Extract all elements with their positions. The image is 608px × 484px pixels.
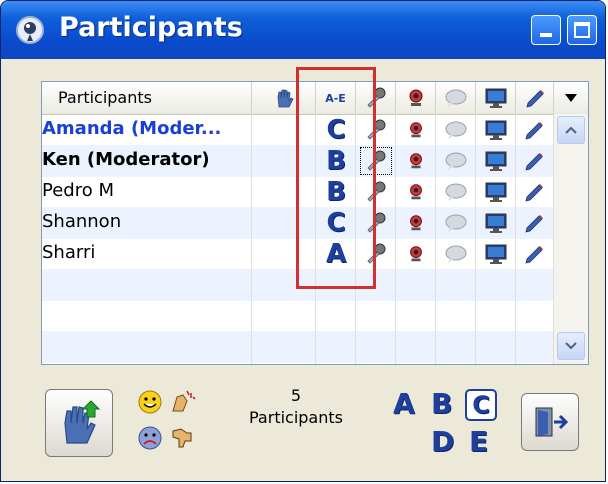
exit-door-icon	[535, 407, 569, 437]
column-divider	[251, 114, 252, 364]
raise-hand-icon	[277, 89, 294, 108]
chat-bubble-icon[interactable]	[438, 114, 474, 146]
participant-name: Ken (Moderator)	[42, 149, 210, 170]
webcam-icon	[409, 89, 422, 106]
column-divider	[515, 114, 516, 364]
participant-name: Amanda (Moder...	[42, 118, 222, 139]
raise-hand-icon	[64, 400, 101, 444]
monitor-icon[interactable]	[478, 114, 514, 146]
chat-bubble-icon[interactable]	[438, 176, 474, 208]
pencil-icon	[525, 90, 544, 108]
answer-d-button[interactable]: D	[431, 425, 454, 458]
webcam-icon[interactable]	[398, 145, 434, 177]
title-bar[interactable]: Participants	[1, 1, 605, 59]
monitor-icon[interactable]	[478, 238, 514, 270]
thumbs-icon[interactable]	[169, 425, 197, 451]
pencil-icon[interactable]	[516, 145, 552, 177]
participant-count-label: Participants	[249, 408, 343, 427]
minimize-icon	[540, 33, 552, 37]
vertical-scrollbar[interactable]	[553, 114, 588, 364]
pencil-icon[interactable]	[516, 176, 552, 208]
chevron-up-icon	[565, 126, 577, 134]
participants-window: Participants Participants A-E Amanda (Mo…	[0, 0, 606, 482]
app-logo-icon	[16, 16, 44, 44]
smiley-icon[interactable]	[137, 389, 163, 415]
participant-name: Pedro M	[42, 180, 114, 201]
participant-name: Sharri	[42, 242, 96, 263]
webcam-icon[interactable]	[398, 238, 434, 270]
column-divider	[395, 114, 396, 364]
answer-c-button[interactable]: C	[465, 389, 497, 421]
answer-c-label: C	[472, 391, 490, 419]
answer-b-button[interactable]: B	[431, 387, 452, 420]
webcam-icon[interactable]	[398, 207, 434, 239]
webcam-icon[interactable]	[398, 114, 434, 146]
column-menu-button[interactable]	[554, 82, 588, 114]
exit-button[interactable]	[521, 393, 579, 451]
scroll-up-button[interactable]	[557, 116, 585, 144]
minimize-button[interactable]	[531, 15, 561, 45]
answer-a-button[interactable]: A	[393, 387, 415, 420]
desktop-share-column-header[interactable]	[476, 82, 516, 114]
pencil-icon[interactable]	[516, 207, 552, 239]
answer-e-button[interactable]: E	[469, 425, 488, 458]
monitor-icon[interactable]	[478, 176, 514, 208]
webcam-column-header[interactable]	[396, 82, 436, 114]
bottom-toolbar: 5 Participants A B C D E	[1, 373, 605, 481]
raise-hand-button[interactable]	[45, 389, 113, 457]
chat-bubble-icon	[445, 89, 466, 107]
sad-face-icon[interactable]	[137, 425, 163, 451]
participant-row	[42, 331, 554, 363]
highlight-annotation	[296, 67, 376, 289]
pencil-icon[interactable]	[516, 114, 552, 146]
monitor-icon[interactable]	[478, 145, 514, 177]
column-divider	[475, 114, 476, 364]
maximize-icon	[574, 22, 590, 38]
applause-icon[interactable]	[169, 387, 197, 415]
participants-header-label: Participants	[58, 88, 152, 107]
column-divider	[435, 114, 436, 364]
participant-count: 5 Participants	[241, 385, 351, 429]
monitor-icon	[485, 88, 506, 108]
participant-row	[42, 300, 554, 332]
maximize-button[interactable]	[567, 15, 597, 45]
pencil-icon[interactable]	[516, 238, 552, 270]
window-title: Participants	[59, 12, 243, 43]
chevron-down-icon	[565, 342, 577, 350]
participant-name: Shannon	[42, 211, 122, 232]
dropdown-arrow-icon	[565, 94, 577, 102]
whiteboard-column-header[interactable]	[516, 82, 554, 114]
scroll-down-button[interactable]	[557, 332, 585, 360]
chat-bubble-icon[interactable]	[438, 238, 474, 270]
chat-bubble-icon[interactable]	[438, 207, 474, 239]
chat-column-header[interactable]	[436, 82, 476, 114]
monitor-icon[interactable]	[478, 207, 514, 239]
participants-column-header[interactable]: Participants	[42, 82, 252, 114]
webcam-icon[interactable]	[398, 176, 434, 208]
participant-count-number: 5	[290, 386, 302, 405]
chat-bubble-icon[interactable]	[438, 145, 474, 177]
